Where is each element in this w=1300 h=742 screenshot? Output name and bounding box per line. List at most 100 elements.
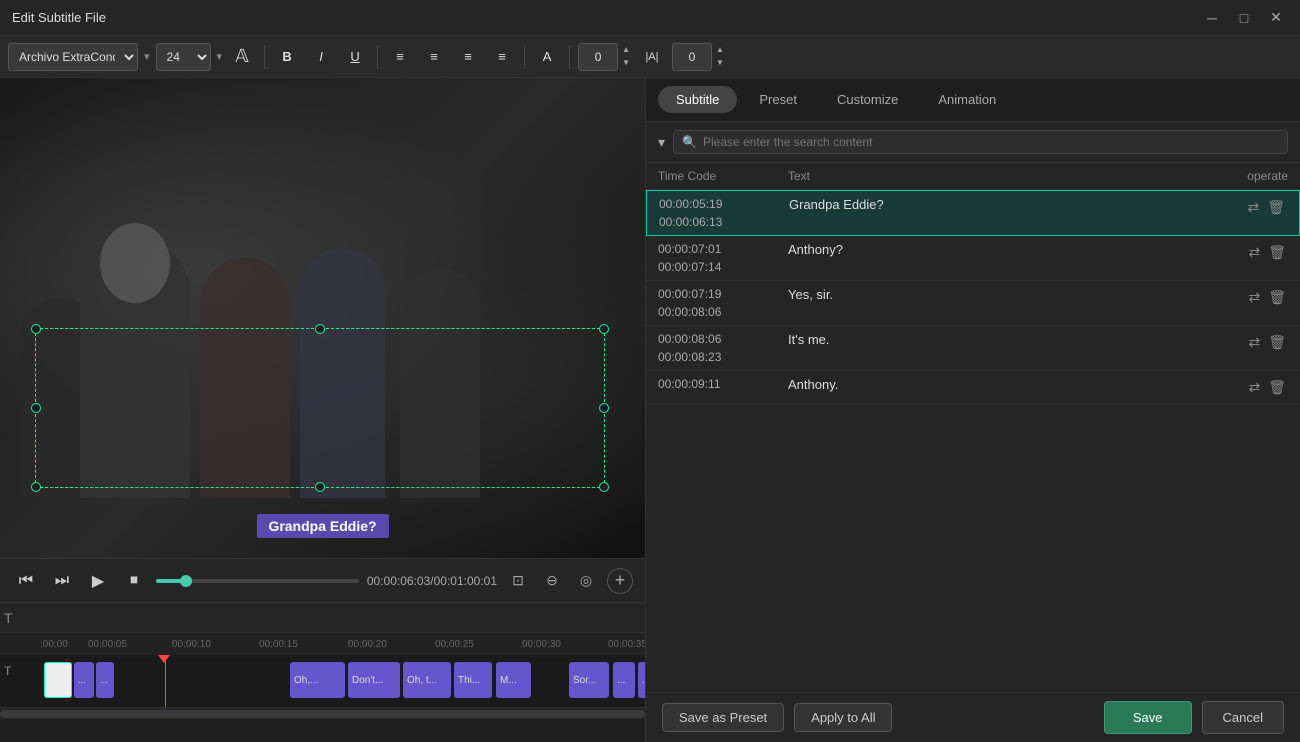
- row-actions-2: ⇄ 🗑: [1228, 287, 1288, 308]
- stop-button[interactable]: ⏹: [120, 567, 148, 595]
- video-canvas: Grandpa Eddie?: [0, 78, 645, 558]
- tab-customize[interactable]: Customize: [819, 86, 916, 113]
- progress-bar[interactable]: [156, 579, 359, 583]
- text-size-icon-button[interactable]: |A|: [638, 43, 666, 71]
- close-button[interactable]: ✕: [1264, 6, 1288, 30]
- ruler-mark-25: 00:00:25: [435, 639, 474, 650]
- window-title: Edit Subtitle File: [12, 10, 106, 25]
- row-copy-button-0[interactable]: ⇄: [1245, 197, 1261, 218]
- line-height-down[interactable]: ▼: [714, 57, 726, 70]
- subtitle-row-4[interactable]: 00:00:09:11 Anthony. ⇄ 🗑: [646, 371, 1300, 405]
- font-size-select[interactable]: 24: [156, 43, 211, 71]
- settings-button[interactable]: ◎: [573, 568, 599, 594]
- search-dropdown-button[interactable]: ▾: [658, 134, 665, 151]
- subtitle-text-area-3: It's me.: [788, 332, 1228, 347]
- clip-oh2[interactable]: Oh, t...: [403, 662, 451, 698]
- search-input[interactable]: [703, 135, 1279, 149]
- text-color-button[interactable]: A: [533, 43, 561, 71]
- ruler-container: :00:00 00:00:05 00:00:10 00:00:15 00:00:…: [40, 633, 645, 655]
- row-delete-button-3[interactable]: 🗑: [1266, 332, 1288, 353]
- row-copy-button-4[interactable]: ⇄: [1246, 377, 1262, 398]
- spacing-input[interactable]: [578, 43, 618, 71]
- align-left-button[interactable]: ≡: [386, 43, 414, 71]
- font-family-select[interactable]: Archivo ExtraCond: [8, 43, 138, 71]
- row-actions-4: ⇄ 🗑: [1228, 377, 1288, 398]
- line-height-input[interactable]: [672, 43, 712, 71]
- subtitle-text-1: Anthony?: [788, 240, 843, 259]
- scrollbar-thumb[interactable]: [0, 710, 645, 718]
- left-panel: Grandpa Eddie? ⏮ ⏭ ▶ ⏹ 00:00:06:03/00:01…: [0, 78, 645, 742]
- align-right-button[interactable]: ≡: [454, 43, 482, 71]
- screen-size-button[interactable]: ⊡: [505, 568, 531, 594]
- timeline-text-icon: T: [4, 610, 13, 626]
- text-style-icon-button[interactable]: 𝔸: [228, 43, 256, 71]
- subtitle-row-3[interactable]: 00:00:08:06 00:00:08:23 It's me. ⇄ 🗑: [646, 326, 1300, 371]
- spacing-spinner[interactable]: ▲ ▼: [620, 44, 632, 70]
- frame-back-button[interactable]: ⏭: [48, 567, 76, 595]
- skip-back-button[interactable]: ⏮: [12, 567, 40, 595]
- save-button[interactable]: Save: [1104, 701, 1192, 734]
- start-time-0: 00:00:05:19: [659, 197, 789, 211]
- subtitle-text-area-1: Anthony?: [788, 242, 1228, 257]
- row-copy-button-3[interactable]: ⇄: [1246, 332, 1262, 353]
- line-height-up[interactable]: ▲: [714, 44, 726, 57]
- italic-button[interactable]: I: [307, 43, 335, 71]
- tab-preset[interactable]: Preset: [741, 86, 815, 113]
- video-preview: Grandpa Eddie?: [0, 78, 645, 558]
- row-delete-button-4[interactable]: 🗑: [1266, 377, 1288, 398]
- row-copy-button-2[interactable]: ⇄: [1246, 287, 1262, 308]
- minus-zoom-button[interactable]: ⊖: [539, 568, 565, 594]
- line-height-spinner[interactable]: ▲ ▼: [714, 44, 726, 70]
- timeline-tracks: T ... ... Oh,... Don't... Oh, t... Thi..…: [0, 657, 645, 707]
- clip-m[interactable]: M...: [496, 662, 531, 698]
- tab-animation[interactable]: Animation: [920, 86, 1014, 113]
- clip-sor[interactable]: Sor...: [569, 662, 609, 698]
- subtitle-text-3: It's me.: [788, 330, 830, 349]
- align-justify-button[interactable]: ≡: [488, 43, 516, 71]
- minimize-button[interactable]: ─: [1200, 6, 1224, 30]
- subtitle-row-1[interactable]: 00:00:07:01 00:00:07:14 Anthony? ⇄ 🗑: [646, 236, 1300, 281]
- end-time-2: 00:00:08:06: [658, 305, 788, 319]
- subtitle-text-4: Anthony.: [788, 375, 838, 394]
- row-delete-button-0[interactable]: 🗑: [1265, 197, 1287, 218]
- tab-subtitle[interactable]: Subtitle: [658, 86, 737, 113]
- clip-dot1[interactable]: ...: [613, 662, 635, 698]
- timeline-scrollbar[interactable]: [0, 707, 645, 719]
- col-header-operate: operate: [1208, 169, 1288, 183]
- add-button[interactable]: +: [607, 568, 633, 594]
- subtitle-row-0[interactable]: 00:00:05:19 00:00:06:13 ⇄ 🗑: [646, 190, 1300, 236]
- timeline-ruler: :00:00 00:00:05 00:00:10 00:00:15 00:00:…: [0, 633, 645, 655]
- maximize-button[interactable]: □: [1232, 6, 1256, 30]
- spacing-down[interactable]: ▼: [620, 57, 632, 70]
- align-center-button[interactable]: ≡: [420, 43, 448, 71]
- apply-all-button[interactable]: Apply to All: [794, 703, 892, 732]
- track-text-icon: T: [4, 664, 11, 678]
- cancel-button[interactable]: Cancel: [1202, 701, 1284, 734]
- progress-thumb[interactable]: [180, 575, 192, 587]
- save-preset-button[interactable]: Save as Preset: [662, 703, 784, 732]
- play-button[interactable]: ▶: [84, 567, 112, 595]
- col-header-text: Text: [788, 169, 1208, 183]
- figure-5: [400, 268, 480, 498]
- subtitle-text-input-0[interactable]: [789, 197, 1227, 212]
- clip-thi[interactable]: Thi...: [454, 662, 492, 698]
- spacing-up[interactable]: ▲: [620, 44, 632, 57]
- clip-2[interactable]: ...: [96, 662, 114, 698]
- bold-button[interactable]: B: [273, 43, 301, 71]
- timeline-header: T: [0, 603, 645, 633]
- clip-0[interactable]: [44, 662, 72, 698]
- underline-button[interactable]: U: [341, 43, 369, 71]
- subtitle-row-2[interactable]: 00:00:07:19 00:00:08:06 Yes, sir. ⇄ 🗑: [646, 281, 1300, 326]
- clip-dot2[interactable]: ...: [638, 662, 645, 698]
- clip-1[interactable]: ...: [74, 662, 94, 698]
- clip-oh[interactable]: Oh,...: [290, 662, 345, 698]
- clip-dont[interactable]: Don't...: [348, 662, 400, 698]
- ruler-mark-20: 00:00:20: [348, 639, 387, 650]
- subtitle-overlay: Grandpa Eddie?: [256, 514, 388, 538]
- divider-1: [264, 45, 265, 69]
- row-delete-button-2[interactable]: 🗑: [1266, 287, 1288, 308]
- row-delete-button-1[interactable]: 🗑: [1266, 242, 1288, 263]
- ruler-mark-5: 00:00:05: [88, 639, 127, 650]
- column-headers: Time Code Text operate: [646, 163, 1300, 190]
- row-copy-button-1[interactable]: ⇄: [1246, 242, 1262, 263]
